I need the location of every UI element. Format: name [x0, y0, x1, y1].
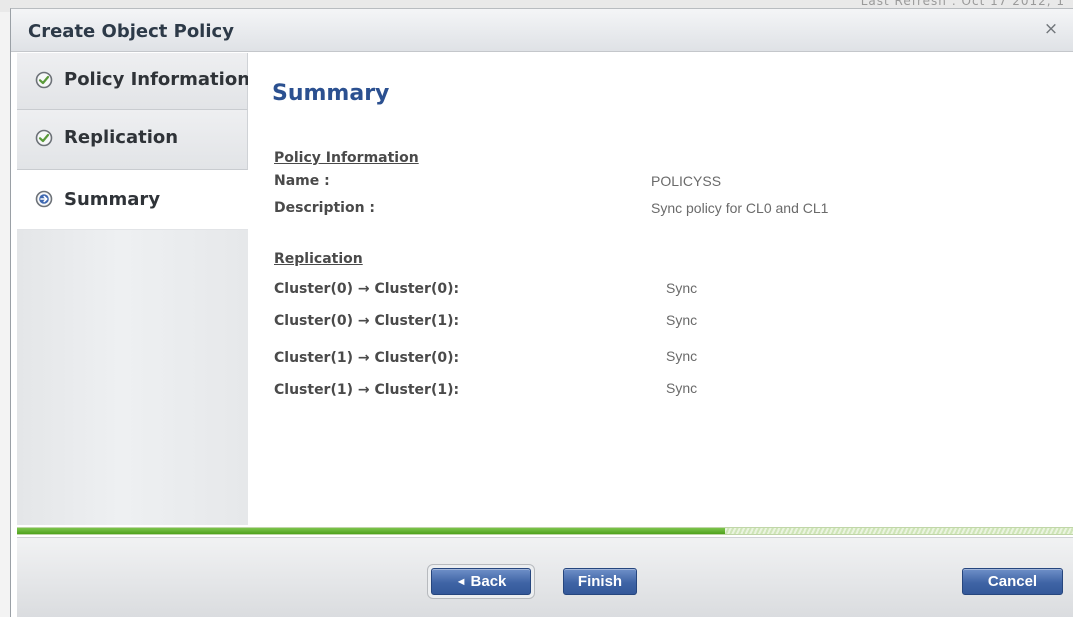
replication-row-label: Cluster(0) → Cluster(0):: [274, 281, 460, 297]
background-refresh-text: Last Refresh : Oct 17 2012, 1: [860, 0, 1065, 8]
dialog-title: Create Object Policy: [28, 21, 234, 42]
name-value: POLICYSS: [651, 173, 722, 189]
wizard-progress-bar: [17, 527, 1073, 535]
dialog-titlebar[interactable]: Create Object Policy ×: [11, 9, 1073, 52]
replication-row-value: Sync: [666, 348, 698, 364]
finish-button-wrap: Finish: [563, 568, 637, 595]
check-circle-icon: [35, 129, 53, 147]
replication-row-value: Sync: [666, 312, 698, 328]
sidebar-item-summary[interactable]: Summary: [17, 170, 249, 230]
dialog-footer: ◄ Back Finish Cancel: [17, 537, 1073, 617]
check-circle-icon: [35, 71, 53, 89]
wizard-progress-fill: [17, 528, 726, 534]
wizard-steps-sidebar: Policy Information Replication Summary: [17, 53, 251, 525]
replication-row-label: Cluster(1) → Cluster(0):: [274, 350, 460, 366]
cancel-button-wrap: Cancel: [962, 568, 1063, 595]
back-button-focus-ring: ◄ Back: [427, 564, 535, 599]
name-label: Name :: [274, 173, 330, 189]
description-label: Description :: [274, 200, 376, 216]
sidebar-item-policy-information[interactable]: Policy Information: [17, 53, 251, 110]
finish-button[interactable]: Finish: [563, 568, 637, 595]
sidebar-item-label: Summary: [64, 189, 161, 210]
sidebar-item-label: Replication: [64, 127, 179, 148]
replication-heading: Replication: [274, 251, 363, 267]
policy-information-heading: Policy Information: [274, 150, 419, 166]
description-value: Sync policy for CL0 and CL1: [651, 200, 829, 216]
replication-row-label: Cluster(0) → Cluster(1):: [274, 313, 460, 329]
back-button[interactable]: ◄ Back: [431, 568, 531, 595]
close-icon[interactable]: ×: [1041, 19, 1061, 39]
page-title: Summary: [272, 81, 390, 106]
screen: Last Refresh : Oct 17 2012, 1 Create Obj…: [0, 0, 1073, 617]
create-object-policy-dialog: Create Object Policy × Policy Informatio…: [10, 8, 1073, 617]
summary-panel: Summary Policy Information Name : POLICY…: [248, 53, 1073, 525]
replication-row-value: Sync: [666, 380, 698, 396]
sidebar-item-replication[interactable]: Replication: [17, 110, 248, 170]
cancel-button[interactable]: Cancel: [962, 568, 1063, 595]
arrow-right-circle-icon: [35, 190, 53, 208]
replication-row-label: Cluster(1) → Cluster(1):: [274, 382, 460, 398]
back-button-label: Back: [470, 573, 507, 590]
back-arrow-icon: ◄: [455, 576, 467, 588]
sidebar-item-label: Policy Information: [64, 69, 251, 90]
replication-row-value: Sync: [666, 280, 698, 296]
